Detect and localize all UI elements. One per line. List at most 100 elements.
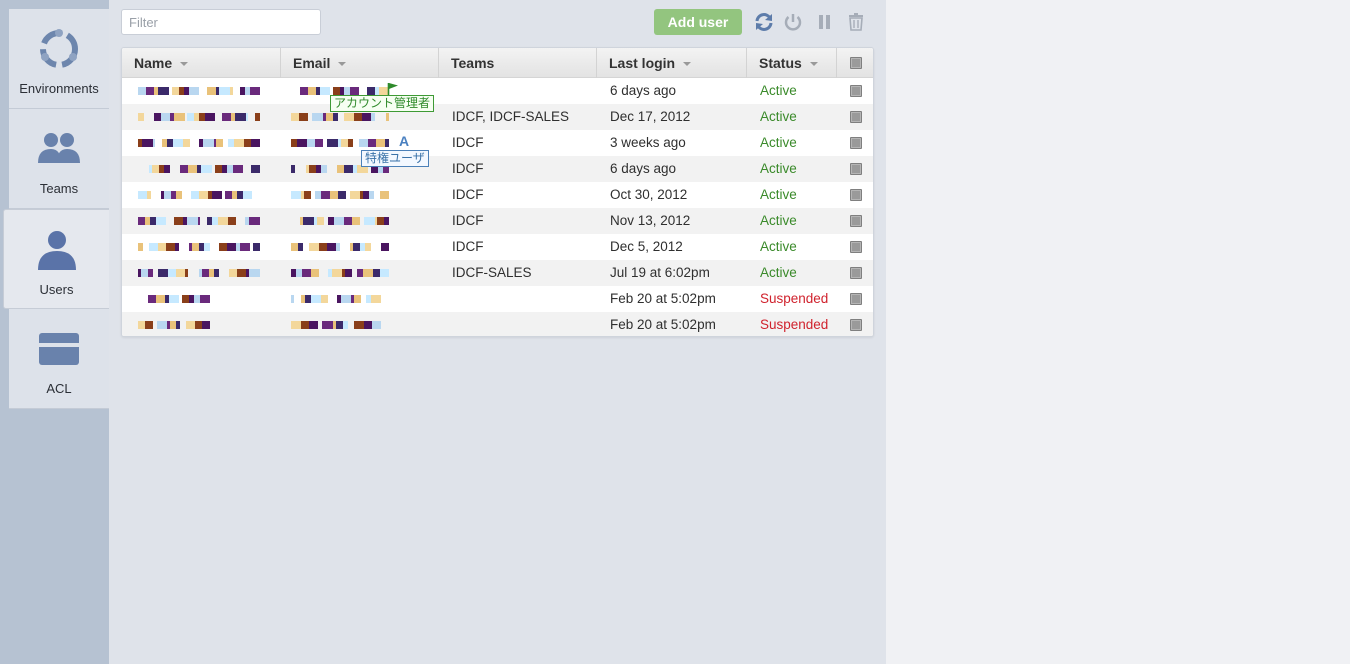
row-checkbox[interactable] [850, 189, 862, 201]
sidebar: Environments Teams Users ACL [0, 0, 109, 664]
sidebar-item-environments[interactable]: Environments [9, 9, 109, 109]
privileged-marker-icon: A [399, 133, 410, 149]
last-login-cell: 6 days ago [610, 83, 677, 98]
table-row[interactable]: IDCF 6 days ago Active [122, 156, 873, 182]
row-checkbox[interactable] [850, 241, 862, 253]
redacted-text [138, 319, 210, 331]
redacted-text [138, 189, 260, 201]
row-checkbox[interactable] [850, 319, 862, 331]
acl-icon [39, 333, 79, 365]
account-admin-badge: アカウント管理者 [330, 95, 435, 112]
teams-cell: IDCF, IDCF-SALES [452, 109, 570, 124]
table-row[interactable]: IDCF Dec 5, 2012 Active [122, 234, 873, 260]
add-user-button[interactable]: Add user [654, 9, 742, 35]
table-header: Name Email Teams Last login Status [122, 48, 873, 78]
teams-cell: IDCF-SALES [452, 265, 532, 280]
refresh-icon[interactable] [753, 11, 775, 33]
redacted-text [291, 319, 381, 331]
status-cell: Active [760, 213, 797, 228]
status-cell: Active [760, 135, 797, 150]
status-cell: Suspended [760, 291, 829, 306]
row-checkbox[interactable] [850, 111, 862, 123]
redacted-text [291, 137, 389, 149]
trash-icon[interactable] [845, 11, 867, 33]
last-login-cell: Feb 20 at 5:02pm [610, 317, 716, 332]
power-icon[interactable] [782, 11, 804, 33]
table-row[interactable]: 6 days ago Active [122, 78, 873, 104]
table-row[interactable]: IDCF Nov 13, 2012 Active [122, 208, 873, 234]
last-login-cell: Dec 17, 2012 [610, 109, 691, 124]
column-header-name[interactable]: Name [122, 48, 281, 78]
teams-cell: IDCF [452, 187, 484, 202]
main-panel: Add user Name [109, 0, 886, 664]
last-login-cell: Jul 19 at 6:02pm [610, 265, 710, 280]
column-header-email[interactable]: Email [281, 48, 439, 78]
row-checkbox[interactable] [850, 215, 862, 227]
sidebar-item-teams[interactable]: Teams [9, 109, 109, 209]
table-row[interactable]: Feb 20 at 5:02pm Suspended [122, 286, 873, 312]
row-checkbox[interactable] [850, 85, 862, 97]
users-table: Name Email Teams Last login Status 6 day… [121, 47, 874, 337]
status-cell: Active [760, 187, 797, 202]
redacted-text [138, 163, 260, 175]
sidebar-item-label: ACL [46, 381, 72, 396]
pause-icon[interactable] [814, 11, 836, 33]
redacted-text [138, 267, 260, 279]
last-login-cell: 3 weeks ago [610, 135, 686, 150]
filter-input[interactable] [121, 9, 321, 35]
row-checkbox[interactable] [850, 267, 862, 279]
redacted-text [291, 189, 389, 201]
redacted-text [138, 85, 260, 97]
redacted-text [138, 111, 260, 123]
redacted-text [291, 241, 389, 253]
status-cell: Active [760, 265, 797, 280]
sidebar-item-acl[interactable]: ACL [9, 309, 109, 409]
row-checkbox[interactable] [850, 163, 862, 175]
column-header-teams[interactable]: Teams [439, 48, 597, 78]
row-checkbox[interactable] [850, 137, 862, 149]
detail-pane [886, 0, 1350, 664]
status-cell: Active [760, 161, 797, 176]
user-icon [37, 231, 76, 270]
redacted-text [138, 137, 260, 149]
sort-arrow-icon [683, 62, 692, 67]
redacted-text [291, 293, 381, 305]
table-row[interactable]: IDCF Oct 30, 2012 Active [122, 182, 873, 208]
column-header-status[interactable]: Status [747, 48, 837, 78]
teams-cell: IDCF [452, 239, 484, 254]
last-login-cell: 6 days ago [610, 161, 677, 176]
column-header-last-login[interactable]: Last login [597, 48, 747, 78]
teams-cell: IDCF [452, 135, 484, 150]
flag-icon [387, 82, 399, 96]
last-login-cell: Nov 13, 2012 [610, 213, 691, 228]
sort-arrow-icon [809, 62, 818, 67]
redacted-text [138, 293, 210, 305]
last-login-cell: Dec 5, 2012 [610, 239, 683, 254]
teams-cell: IDCF [452, 161, 484, 176]
sort-arrow-icon [180, 62, 189, 67]
redacted-text [291, 215, 389, 227]
sidebar-item-users[interactable]: Users [3, 209, 109, 309]
privileged-user-badge: 特権ユーザ [361, 150, 429, 167]
teams-icon [38, 133, 80, 163]
table-row[interactable]: IDCF, IDCF-SALES Dec 17, 2012 Active [122, 104, 873, 130]
sidebar-item-label: Users [39, 282, 74, 297]
status-cell: Suspended [760, 317, 829, 332]
status-cell: Active [760, 109, 797, 124]
table-row[interactable]: IDCF-SALES Jul 19 at 6:02pm Active [122, 260, 873, 286]
teams-cell: IDCF [452, 213, 484, 228]
sidebar-item-label: Teams [39, 181, 79, 196]
status-cell: Active [760, 239, 797, 254]
redacted-text [138, 241, 260, 253]
select-all-checkbox[interactable] [850, 57, 862, 69]
environments-icon [40, 29, 78, 68]
sidebar-item-label: Environments [19, 81, 99, 96]
table-row[interactable]: IDCF 3 weeks ago Active [122, 130, 873, 156]
row-checkbox[interactable] [850, 293, 862, 305]
last-login-cell: Oct 30, 2012 [610, 187, 688, 202]
sort-arrow-icon [338, 62, 347, 67]
table-row[interactable]: Feb 20 at 5:02pm Suspended [122, 312, 873, 336]
redacted-text [291, 111, 389, 123]
redacted-text [291, 267, 389, 279]
last-login-cell: Feb 20 at 5:02pm [610, 291, 716, 306]
